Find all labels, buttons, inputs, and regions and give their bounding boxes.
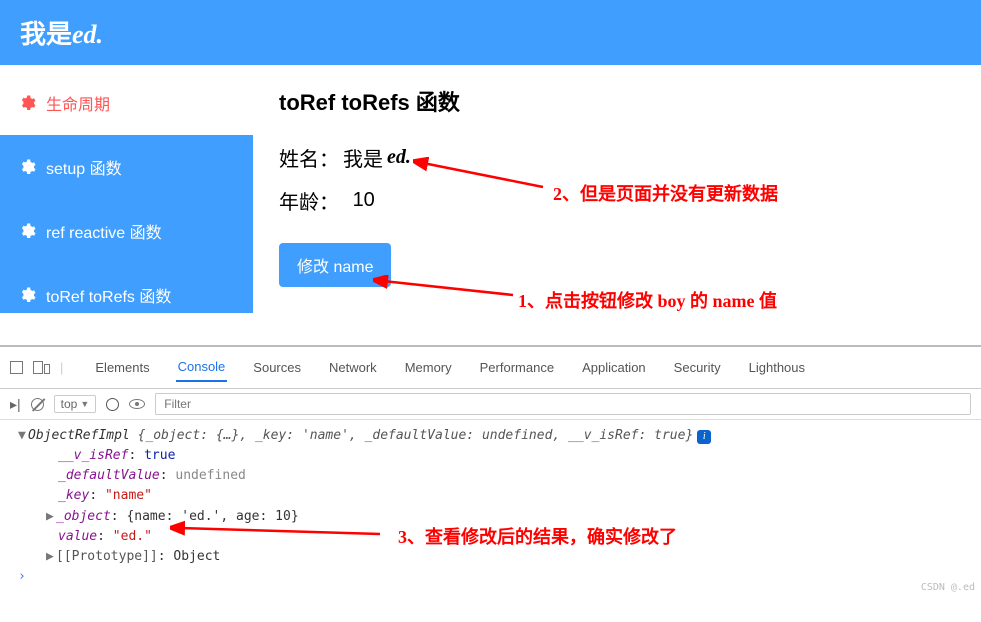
- annotation-2: 2、但是页面并没有更新数据: [553, 180, 778, 206]
- header-prefix: 我是: [20, 19, 72, 49]
- devtools-panel: | Elements Console Sources Network Memor…: [0, 345, 981, 597]
- clear-console-icon[interactable]: [31, 398, 44, 411]
- devtools-tabs: | Elements Console Sources Network Memor…: [0, 347, 981, 389]
- modify-name-button[interactable]: 修改 name: [279, 243, 391, 287]
- name-label: 姓名：: [279, 143, 339, 172]
- sidebar-item-ref-reactive[interactable]: ref reactive 函数: [0, 199, 253, 263]
- app-body: 生命周期 setup 函数 ref reactive 函数 toRef toRe…: [0, 65, 981, 345]
- console-output: ▼ObjectRefImpl {_object: {…}, _key: 'nam…: [0, 420, 981, 597]
- eye-icon[interactable]: [129, 399, 145, 409]
- annotation-1: 1、点击按钮修改 boy 的 name 值: [518, 287, 777, 313]
- console-sidebar-icon[interactable]: ▸|: [10, 396, 21, 413]
- annotation-3: 3、查看修改后的结果，确实修改了: [398, 524, 677, 552]
- page-title: toRef toRefs 函数: [279, 85, 955, 117]
- divider: |: [60, 360, 63, 375]
- filter-input[interactable]: [155, 393, 971, 415]
- tab-memory[interactable]: Memory: [403, 354, 454, 381]
- gear-icon: [18, 94, 36, 112]
- gear-icon: [18, 222, 36, 240]
- sidebar-item-label: 生命周期: [46, 91, 110, 115]
- tab-performance[interactable]: Performance: [478, 354, 556, 381]
- device-toolbar-icon[interactable]: [33, 361, 50, 374]
- sidebar: 生命周期 setup 函数 ref reactive 函数 toRef toRe…: [0, 65, 253, 345]
- content-panel: toRef toRefs 函数 姓名： 我是ed. 年龄： 10 修改 name…: [253, 65, 981, 345]
- tab-sources[interactable]: Sources: [251, 354, 303, 381]
- tab-network[interactable]: Network: [327, 354, 379, 381]
- age-value: 10: [353, 189, 375, 212]
- name-row: 姓名： 我是ed.: [279, 143, 955, 172]
- sidebar-item-toref[interactable]: toRef toRefs 函数: [0, 263, 253, 313]
- inspect-icon[interactable]: [10, 361, 23, 374]
- sidebar-item-label: setup 函数: [46, 155, 122, 179]
- app-header: 我是ed.: [0, 0, 981, 65]
- tab-elements[interactable]: Elements: [93, 354, 151, 381]
- header-suffix: ed.: [72, 20, 103, 49]
- console-line-summary[interactable]: ▼ObjectRefImpl {_object: {…}, _key: 'nam…: [18, 426, 971, 446]
- watermark: CSDN @.ed: [921, 580, 975, 596]
- console-prop-key: _key: "name": [18, 486, 971, 506]
- live-expression-icon[interactable]: [106, 398, 119, 411]
- age-label: 年龄：: [279, 186, 339, 215]
- tab-security[interactable]: Security: [672, 354, 723, 381]
- context-selector[interactable]: top▼: [54, 395, 97, 413]
- arrow-1: [373, 275, 523, 305]
- console-toolbar: ▸| top▼: [0, 389, 981, 420]
- gear-icon: [18, 286, 36, 304]
- tab-lighthouse[interactable]: Lighthous: [747, 354, 807, 381]
- tab-application[interactable]: Application: [580, 354, 648, 381]
- console-prompt[interactable]: ›: [18, 567, 971, 587]
- sidebar-item-label: toRef toRefs 函数: [46, 283, 171, 307]
- sidebar-item-label: ref reactive 函数: [46, 219, 162, 243]
- console-prop-defaultvalue: _defaultValue: undefined: [18, 466, 971, 486]
- name-value-suffix: ed.: [387, 146, 411, 169]
- sidebar-item-lifecycle[interactable]: 生命周期: [0, 71, 253, 135]
- console-prop-v-isref: __v_isRef: true: [18, 446, 971, 466]
- gear-icon: [18, 158, 36, 176]
- tab-console[interactable]: Console: [176, 353, 228, 382]
- info-icon[interactable]: i: [697, 430, 711, 444]
- name-value-prefix: 我是: [343, 143, 383, 172]
- sidebar-item-setup[interactable]: setup 函数: [0, 135, 253, 199]
